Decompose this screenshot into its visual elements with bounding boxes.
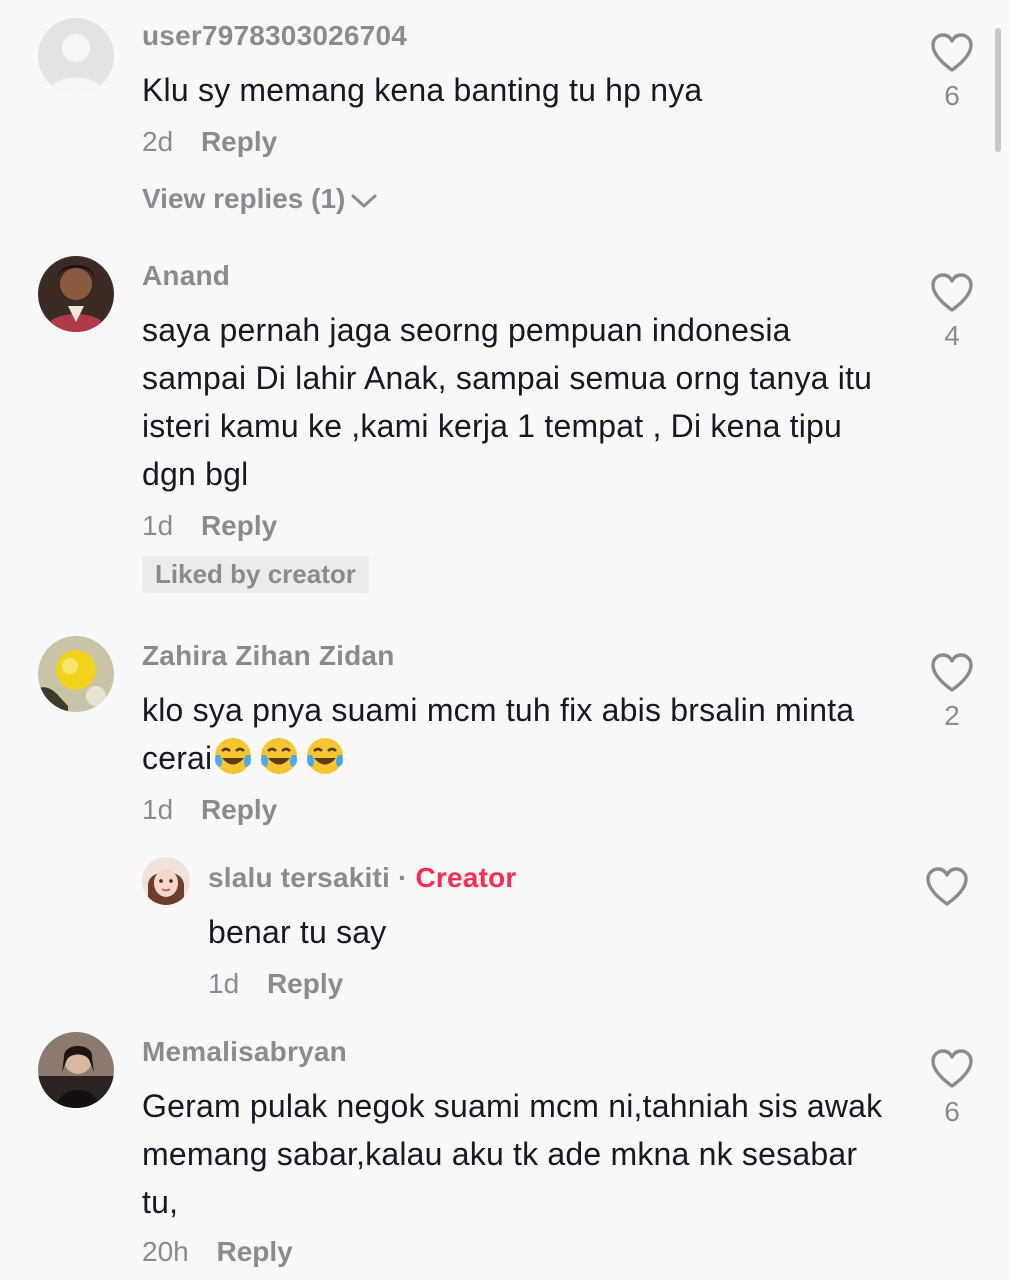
default-user-avatar-icon xyxy=(38,18,114,94)
user-photo-icon xyxy=(38,636,114,712)
like-button[interactable]: 6 xyxy=(927,32,977,112)
heart-outline-icon xyxy=(931,273,973,312)
comment-text: Geram pulak negok suami mcm ni,tahniah s… xyxy=(142,1088,883,1220)
reply-text: benar tu say xyxy=(208,914,387,950)
reply-button[interactable]: Reply xyxy=(201,126,277,157)
comment-username[interactable]: Anand xyxy=(142,260,230,292)
comment-time: 20h xyxy=(142,1236,189,1267)
comment-text: klo sya pnya suami mcm tuh fix abis brsa… xyxy=(142,686,902,782)
like-count: 4 xyxy=(944,320,960,351)
scrollbar[interactable] xyxy=(995,28,1001,152)
comment-username[interactable]: Zahira Zihan Zidan xyxy=(142,640,395,672)
emoji-group xyxy=(212,738,350,776)
like-count: 6 xyxy=(944,1096,960,1127)
heart-outline-icon xyxy=(931,653,973,692)
comment-username[interactable]: user7978303026704 xyxy=(142,20,407,52)
heart-outline-icon xyxy=(931,1049,973,1088)
comment-meta: 20h Reply xyxy=(142,1236,293,1268)
reply-button[interactable]: Reply xyxy=(201,510,277,541)
like-button[interactable]: 2 xyxy=(927,652,977,732)
comment-time: 1d xyxy=(142,794,174,825)
comment-meta: 2d Reply xyxy=(142,126,277,158)
comment-time: 1d xyxy=(142,510,174,541)
reply-username[interactable]: slalu tersakiti xyxy=(208,862,390,893)
like-button[interactable] xyxy=(922,866,972,908)
chevron-down-icon xyxy=(351,194,377,208)
face-with-tears-of-joy-icon xyxy=(307,738,344,774)
user-photo-icon xyxy=(38,1032,114,1108)
reply-button[interactable]: Reply xyxy=(201,794,277,825)
comment-meta: 1d Reply xyxy=(142,510,277,542)
separator-dot: · xyxy=(397,862,408,893)
comment-text: Klu sy memang kena banting tu hp nya xyxy=(142,72,703,108)
liked-by-creator-badge: Liked by creator xyxy=(142,556,369,593)
comment-username[interactable]: Memalisabryan xyxy=(142,1036,347,1068)
comment-text: saya pernah jaga seorng pempuan indonesi… xyxy=(142,312,873,492)
heart-outline-icon xyxy=(926,867,968,906)
reply-username-row: slalu tersakiti · Creator xyxy=(208,862,517,894)
face-with-tears-of-joy-icon xyxy=(261,738,298,774)
reply-button[interactable]: Reply xyxy=(267,968,343,999)
avatar[interactable] xyxy=(38,256,114,332)
comments-panel: user7978303026704 Klu sy memang kena ban… xyxy=(0,0,1009,1280)
view-replies-button[interactable]: View replies (1) xyxy=(142,183,377,215)
avatar[interactable] xyxy=(38,636,114,712)
user-photo-icon xyxy=(142,857,190,905)
like-button[interactable]: 4 xyxy=(927,272,977,352)
reply-time: 1d xyxy=(208,968,240,999)
avatar[interactable] xyxy=(38,18,114,94)
comment-time: 2d xyxy=(142,126,174,157)
like-count: 6 xyxy=(944,80,960,111)
like-count: 2 xyxy=(944,700,960,731)
avatar[interactable] xyxy=(38,1032,114,1108)
view-replies-label: View replies (1) xyxy=(142,183,346,214)
comment-meta: 1d Reply xyxy=(142,794,277,826)
creator-label: Creator xyxy=(415,862,517,893)
user-photo-icon xyxy=(38,256,114,332)
face-with-tears-of-joy-icon xyxy=(215,738,252,774)
avatar[interactable] xyxy=(142,857,190,905)
like-button[interactable]: 6 xyxy=(927,1048,977,1128)
heart-outline-icon xyxy=(931,33,973,72)
reply-button[interactable]: Reply xyxy=(217,1236,293,1267)
reply-meta: 1d Reply xyxy=(208,968,343,1000)
